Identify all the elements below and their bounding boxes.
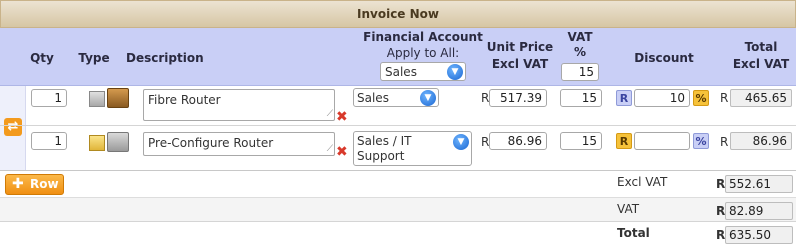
description-value: Pre-Configure Router — [148, 136, 274, 150]
grand-total-field: 635.50 — [725, 226, 793, 244]
header-vat-percent: % — [573, 45, 587, 59]
description-value: Fibre Router — [148, 93, 221, 107]
discount-rand-toggle[interactable]: R — [616, 133, 632, 149]
account-select[interactable]: Sales ▼ — [353, 88, 439, 107]
remove-row-icon[interactable]: ✖ — [336, 110, 348, 124]
account-select[interactable]: Sales / IT Support ▼ — [353, 131, 472, 166]
vat-total-value: 82.89 — [729, 204, 764, 218]
box-icon[interactable] — [107, 88, 129, 108]
discount-percent-toggle[interactable]: % — [693, 90, 709, 106]
item-type-icon[interactable] — [89, 91, 105, 107]
grand-total-label: Total — [617, 226, 650, 240]
chevron-down-icon: ▼ — [447, 64, 463, 80]
item-type-icon[interactable] — [89, 135, 105, 151]
vat-value: 15 — [581, 134, 597, 148]
header-financial-account: Financial Account — [363, 30, 483, 44]
line-total-field: 86.96 — [730, 132, 792, 150]
unit-price-value: 86.96 — [507, 134, 542, 148]
discount-input[interactable]: 10 — [634, 89, 690, 107]
vat-total-field: 82.89 — [725, 202, 793, 220]
qty-value: 1 — [54, 91, 62, 105]
header-vat: VAT — [567, 30, 593, 44]
chevron-down-icon: ▼ — [420, 90, 436, 106]
reorder-icon[interactable]: ⇄ — [4, 118, 22, 136]
header-total-sub: Excl VAT — [732, 57, 790, 71]
line-total-field: 465.65 — [730, 89, 792, 107]
vat-input[interactable]: 15 — [560, 89, 602, 107]
account-value: Sales — [357, 91, 389, 105]
service-icon[interactable] — [107, 132, 129, 152]
row-divider — [0, 125, 796, 126]
currency-label: R — [716, 228, 726, 242]
description-field[interactable]: Pre-Configure Router ⟋ — [143, 132, 335, 156]
plus-icon: ✚ — [12, 176, 24, 192]
excl-vat-total-value: 552.61 — [729, 177, 771, 191]
unit-price-value: 517.39 — [500, 91, 542, 105]
header-type: Type — [78, 51, 110, 65]
grand-total-value: 635.50 — [729, 228, 771, 242]
add-row-label: Row — [30, 177, 59, 191]
discount-value: 10 — [669, 91, 685, 105]
header-total: Total — [744, 40, 778, 54]
currency-label: R — [720, 91, 729, 105]
vat-value: 15 — [581, 91, 597, 105]
header-description: Description — [126, 51, 204, 65]
apply-all-account-select[interactable]: Sales ▼ — [380, 62, 466, 81]
header-unit-price: Unit Price — [486, 40, 554, 54]
resize-grip-icon[interactable]: ⟋ — [327, 145, 333, 154]
chevron-down-icon: ▼ — [453, 134, 469, 150]
apply-all-account-value: Sales — [385, 65, 417, 79]
header-discount: Discount — [634, 51, 694, 65]
window-title: Invoice Now — [0, 0, 796, 28]
excl-vat-total-field: 552.61 — [725, 175, 793, 193]
qty-input[interactable]: 1 — [31, 132, 67, 150]
currency-label: R — [716, 177, 726, 191]
currency-label: R — [716, 204, 726, 218]
totals-row-bg — [0, 197, 796, 221]
discount-percent-toggle[interactable]: % — [693, 133, 709, 149]
line-total-value: 86.96 — [752, 134, 787, 148]
add-row-button[interactable]: ✚ Row — [5, 174, 64, 195]
header-qty: Qty — [30, 51, 54, 65]
qty-value: 1 — [54, 134, 62, 148]
currency-label: R — [720, 135, 729, 149]
apply-all-vat-value: 15 — [578, 65, 594, 79]
resize-grip-icon[interactable]: ⟋ — [327, 110, 333, 119]
header-apply-to-all: Apply to All: — [386, 46, 460, 60]
row-divider — [0, 170, 796, 171]
remove-row-icon[interactable]: ✖ — [336, 145, 348, 159]
discount-rand-toggle[interactable]: R — [616, 90, 632, 106]
account-value-line1: Sales / IT — [357, 134, 412, 148]
unit-price-input[interactable]: 86.96 — [489, 132, 547, 150]
vat-input[interactable]: 15 — [560, 132, 602, 150]
apply-all-vat-input[interactable]: 15 — [561, 63, 599, 81]
header-unit-price-sub: Excl VAT — [491, 57, 549, 71]
discount-input[interactable] — [634, 132, 690, 150]
row-divider — [0, 221, 796, 222]
qty-input[interactable]: 1 — [31, 89, 67, 107]
vat-total-label: VAT — [617, 202, 640, 216]
unit-price-input[interactable]: 517.39 — [489, 89, 547, 107]
description-field[interactable]: Fibre Router ⟋ — [143, 89, 335, 121]
excl-vat-label: Excl VAT — [617, 175, 668, 189]
line-total-value: 465.65 — [745, 91, 787, 105]
account-value-line2: Support — [357, 149, 405, 163]
